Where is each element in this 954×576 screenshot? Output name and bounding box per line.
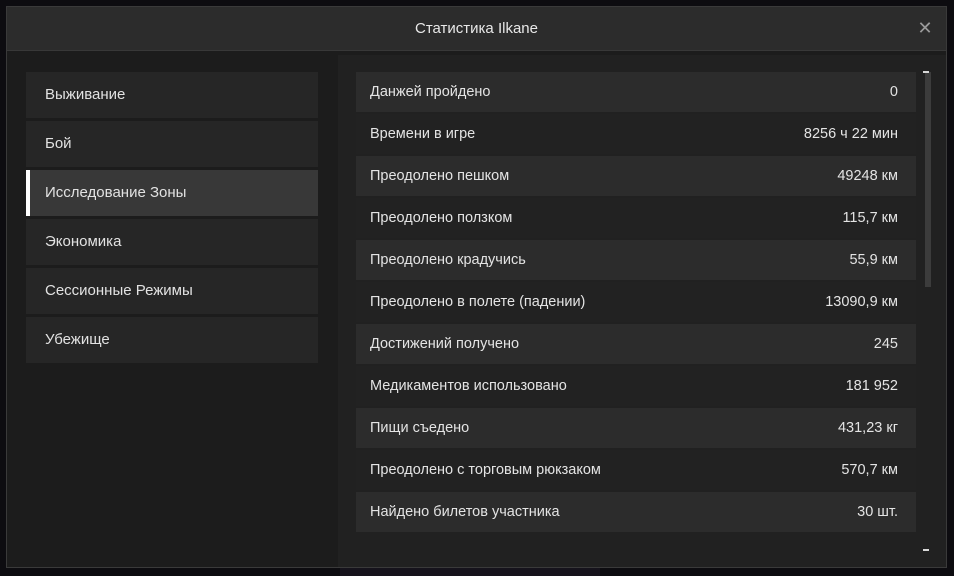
stat-label: Достижений получено [370, 336, 520, 352]
sidebar-item-zone-exploration[interactable]: Исследование Зоны [26, 170, 318, 216]
stats-list: Данжей пройдено 0 Времени в игре 8256 ч … [356, 72, 916, 548]
stat-value: 49248 км [837, 168, 898, 184]
stat-label: Преодолено ползком [370, 210, 513, 226]
stat-value: 115,7 км [842, 210, 898, 226]
sidebar-item-session-modes[interactable]: Сессионные Режимы [26, 268, 318, 314]
stat-label: Преодолено в полете (падении) [370, 294, 586, 310]
category-sidebar: Выживание Бой Исследование Зоны Экономик… [26, 72, 318, 366]
stat-label: Преодолено крадучись [370, 252, 526, 268]
sidebar-item-economy[interactable]: Экономика [26, 219, 318, 265]
sidebar-item-shelter[interactable]: Убежище [26, 317, 318, 363]
stat-label: Медикаментов использовано [370, 378, 567, 394]
close-icon[interactable]: ✕ [914, 17, 936, 39]
statistics-dialog: Статистика Ilkane ✕ Выживание Бой Исслед… [6, 6, 947, 568]
stat-row: Преодолено в полете (падении) 13090,9 км [356, 282, 916, 322]
stat-row: Достижений получено 245 [356, 324, 916, 364]
stat-value: 0 [889, 84, 898, 100]
stat-row: Преодолено ползком 115,7 км [356, 198, 916, 238]
stat-value: 245 [873, 336, 898, 352]
stat-value: 181 952 [845, 378, 898, 394]
stat-row: Данжей пройдено 0 [356, 72, 916, 112]
sidebar-item-combat[interactable]: Бой [26, 121, 318, 167]
stat-row: Медикаментов использовано 181 952 [356, 366, 916, 406]
stats-scrollbar[interactable] [925, 72, 931, 548]
stat-value: 55,9 км [849, 252, 898, 268]
stats-panel: Данжей пройдено 0 Времени в игре 8256 ч … [338, 55, 946, 567]
stat-row: Преодолено с торговым рюкзаком 570,7 км [356, 450, 916, 490]
stat-value: 13090,9 км [825, 294, 898, 310]
stat-value: 570,7 км [841, 462, 898, 478]
stat-row: Найдено билетов участника 30 шт. [356, 492, 916, 532]
stat-label: Найдено билетов участника [370, 504, 560, 520]
stat-label: Данжей пройдено [370, 84, 491, 100]
stat-row: Преодолено пешком 49248 км [356, 156, 916, 196]
dialog-title: Статистика Ilkane [415, 20, 538, 37]
stat-label: Преодолено пешком [370, 168, 510, 184]
stat-row: Пищи съедено 431,23 кг [356, 408, 916, 448]
sidebar-item-survival[interactable]: Выживание [26, 72, 318, 118]
stat-value: 431,23 кг [837, 420, 898, 436]
stat-label: Преодолено с торговым рюкзаком [370, 462, 601, 478]
stat-value: 8256 ч 22 мин [803, 126, 898, 142]
stat-value: 30 шт. [857, 504, 898, 520]
scrollbar-thumb[interactable] [925, 72, 931, 287]
stat-label: Пищи съедено [370, 420, 470, 436]
corner-marker [923, 71, 929, 73]
stat-row: Времени в игре 8256 ч 22 мин [356, 114, 916, 154]
corner-marker [923, 549, 929, 551]
dialog-titlebar: Статистика Ilkane ✕ [7, 7, 946, 51]
stat-label: Времени в игре [370, 126, 476, 142]
stat-row: Преодолено крадучись 55,9 км [356, 240, 916, 280]
